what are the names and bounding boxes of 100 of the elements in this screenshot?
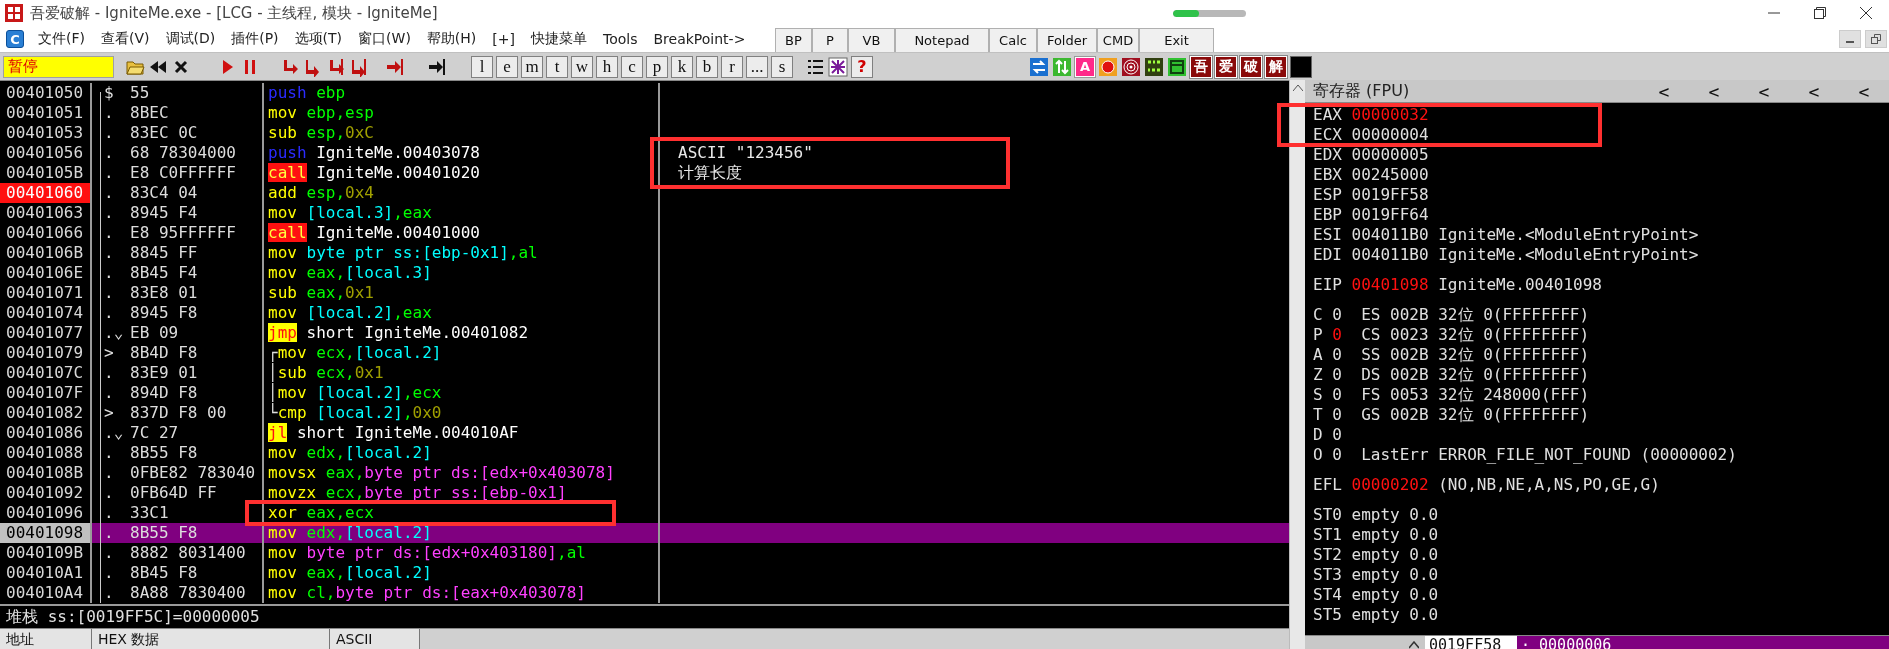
toolbar-button[interactable]: Calc [989,27,1037,53]
register-line: ST1 empty 0.0 [1313,525,1440,545]
up-down-arrows-icon[interactable] [1052,56,1072,77]
toolbar-button[interactable]: Notepad [895,27,989,53]
row-marker: . [103,363,115,383]
toolbar-button[interactable]: p [646,55,668,78]
record-icon[interactable] [1098,56,1118,77]
register-line: C 0 ES 002B 32位 0(FFFFFFFF) [1313,305,1591,325]
toolbar-button[interactable]: VB [848,27,895,53]
toolbar-button[interactable]: 爱 [1215,55,1237,78]
restore-icon[interactable] [1814,7,1826,19]
toolbar-button[interactable]: 吾 [1190,55,1212,78]
instruction: mov eax,[local.2] [268,563,432,583]
restore-icon[interactable] [1871,34,1881,44]
toolbar-button[interactable]: ... [746,55,768,78]
menu-item[interactable]: 文件(F) [30,30,93,48]
menu-item[interactable]: 帮助(H) [418,30,485,48]
register-line: D 0 [1313,425,1343,445]
instruction: jl short IgniteMe.004010AF [268,423,519,443]
menu-item[interactable]: 查看(V) [93,30,158,48]
column-button[interactable]: < [1789,80,1839,102]
blank-button[interactable] [1290,55,1312,78]
toolbar-button[interactable]: BP [775,27,812,53]
toolbar-button[interactable]: e [496,55,518,78]
column-header[interactable]: ASCII [330,629,420,649]
register-line: P 0 CS 0023 32位 0(FFFFFFFF) [1313,325,1591,345]
address-cell[interactable]: 00401060 [0,183,92,203]
toolbar-button[interactable]: h [596,55,618,78]
scrollbar[interactable] [1289,80,1305,649]
toolbar-button[interactable]: s [771,55,793,78]
binary-icon[interactable] [1144,56,1164,77]
swap-icon[interactable] [1029,56,1049,77]
address-cell[interactable]: 00401098 [0,523,92,543]
menu-item[interactable]: 选项(T) [286,30,351,48]
restore-button[interactable] [1865,30,1887,48]
row-marker: . [103,303,115,323]
app-icon[interactable]: C [6,30,24,48]
toolbar-button[interactable]: k [671,55,693,78]
toolbar-button[interactable]: CMD [1097,27,1139,53]
row-marker: $ [103,83,115,103]
row-marker: . [103,203,115,223]
instruction: movsx eax,byte ptr ds:[edx+0x403078] [268,463,615,483]
hex-bytes: 8945 F4 [130,203,198,223]
instruction: movzx ecx,byte ptr ss:[ebp-0x1] [268,483,567,503]
column-button[interactable]: < [1689,80,1739,102]
help-button[interactable]: ? [851,55,873,78]
hex-bytes: 837D F8 00 [130,403,227,423]
toolbar-button[interactable]: l [471,55,493,78]
window-icon[interactable] [1167,56,1187,77]
menu-item[interactable]: 调试(D) [157,30,224,48]
toolbar-button[interactable]: Folder [1037,27,1097,53]
instruction: cmp [local.2],0x0 [277,403,442,423]
toolbar-button[interactable]: w [571,55,593,78]
letter-icon[interactable]: A [1075,56,1095,77]
register-line: EDX 00000005 [1313,145,1430,165]
column-header[interactable]: HEX 数据 [92,629,330,649]
target-icon[interactable] [1121,56,1141,77]
toolbar-button[interactable]: 解 [1265,55,1287,78]
row-marker: . [103,183,115,203]
return-arrow-icon[interactable] [385,56,405,77]
menu-item[interactable]: 窗口(W) [350,30,419,48]
grid-icon[interactable] [828,56,848,77]
toolbar-button[interactable]: 破 [1240,55,1262,78]
toolbar-button[interactable]: m [521,55,543,78]
menu-item[interactable]: 插件(P) [223,30,287,48]
row-marker: . [103,383,115,403]
step-arrow-icon[interactable] [349,56,369,77]
toolbar-button[interactable]: P [812,27,848,53]
row-marker: . [103,163,115,183]
column-button[interactable]: < [1639,80,1689,102]
column-header[interactable]: 地址 [0,629,92,649]
instruction: mov edx,[local.2] [268,523,432,543]
column-button[interactable]: < [1839,80,1889,102]
menu-item[interactable]: 快捷菜单 [522,30,595,48]
goto-arrow-icon[interactable] [427,56,447,77]
hex-bytes: 8B55 F8 [130,443,198,463]
toolbar-button[interactable]: Exit [1139,27,1214,53]
hex-bytes: 0FBE82 783040 [130,463,256,483]
column-button[interactable]: < [1739,80,1789,102]
instruction: call IgniteMe.00401020 [268,163,480,183]
hex-bytes: 8A88 7830400 [130,583,246,603]
instruction: add esp,0x4 [268,183,374,203]
instruction: mov ebp,esp [268,103,374,123]
toolbar-button[interactable]: t [546,55,568,78]
instruction: mov cl,byte ptr ds:[eax+0x403078] [268,583,586,603]
minimize-button[interactable] [1839,30,1861,48]
scroll-up-icon[interactable] [1292,84,1303,92]
row-marker: . [103,443,115,463]
toolbar-button[interactable]: b [696,55,718,78]
menu-item[interactable]: BreakPoint-> [645,31,754,47]
caret-icon[interactable] [1409,641,1419,649]
row-marker: . [103,223,115,243]
instruction: mov byte ptr ss:[ebp-0x1],al [268,243,538,263]
app-logo-icon [4,3,24,23]
row-marker: . [103,503,115,523]
toolbar-button[interactable]: r [721,55,743,78]
toolbar-button[interactable]: c [621,55,643,78]
close-icon[interactable] [1860,7,1872,19]
menu-item[interactable]: [+] [484,31,523,47]
menu-item[interactable]: Tools [594,31,646,47]
